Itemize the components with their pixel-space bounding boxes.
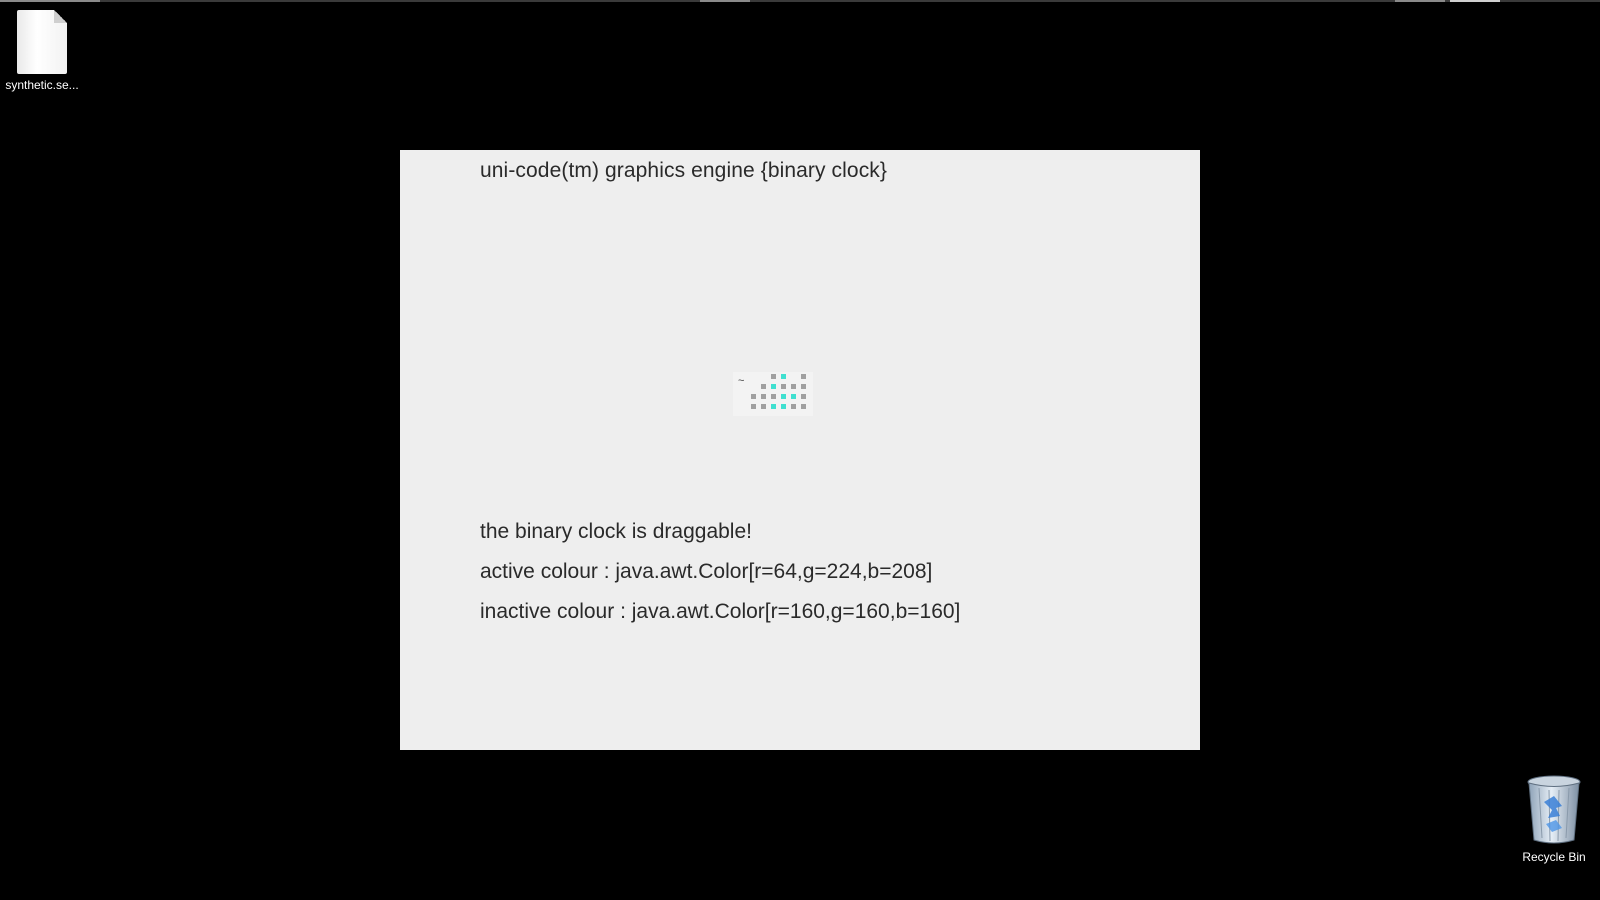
clock-dot: [791, 404, 796, 409]
app-title: uni-code(tm) graphics engine {binary clo…: [480, 159, 888, 182]
file-icon: [17, 10, 67, 74]
desktop-file-icon[interactable]: synthetic.se...: [0, 10, 84, 92]
recycle-bin[interactable]: Recycle Bin: [1512, 774, 1596, 864]
clock-dot: [751, 394, 756, 399]
clock-dot: [801, 384, 806, 389]
clock-dot: [761, 404, 766, 409]
clock-dot: [771, 404, 776, 409]
clock-dot: [801, 374, 806, 379]
clock-dot: [751, 404, 756, 409]
clock-drag-handle[interactable]: ~: [738, 375, 744, 387]
app-window: uni-code(tm) graphics engine {binary clo…: [400, 150, 1200, 750]
clock-dot: [771, 394, 776, 399]
recycle-bin-label: Recycle Bin: [1522, 850, 1586, 864]
clock-dot: [791, 394, 796, 399]
draggable-hint: the binary clock is draggable!: [480, 520, 752, 543]
clock-dot: [781, 404, 786, 409]
clock-dot: [761, 394, 766, 399]
clock-dot: [781, 374, 786, 379]
clock-dot: [781, 394, 786, 399]
clock-dot: [801, 404, 806, 409]
clock-dot: [801, 394, 806, 399]
binary-clock[interactable]: ~: [733, 372, 813, 416]
top-strip: [0, 0, 1600, 2]
clock-dot: [791, 384, 796, 389]
clock-dot: [771, 384, 776, 389]
recycle-bin-icon: [1526, 774, 1582, 846]
desktop-file-label: synthetic.se...: [5, 78, 79, 92]
active-colour-text: active colour : java.awt.Color[r=64,g=22…: [480, 560, 933, 583]
clock-dot: [781, 384, 786, 389]
inactive-colour-text: inactive colour : java.awt.Color[r=160,g…: [480, 600, 961, 623]
desktop: synthetic.se... Recycle Bin uni-code(tm)…: [0, 0, 1600, 900]
clock-dot: [761, 384, 766, 389]
clock-dot: [771, 374, 776, 379]
